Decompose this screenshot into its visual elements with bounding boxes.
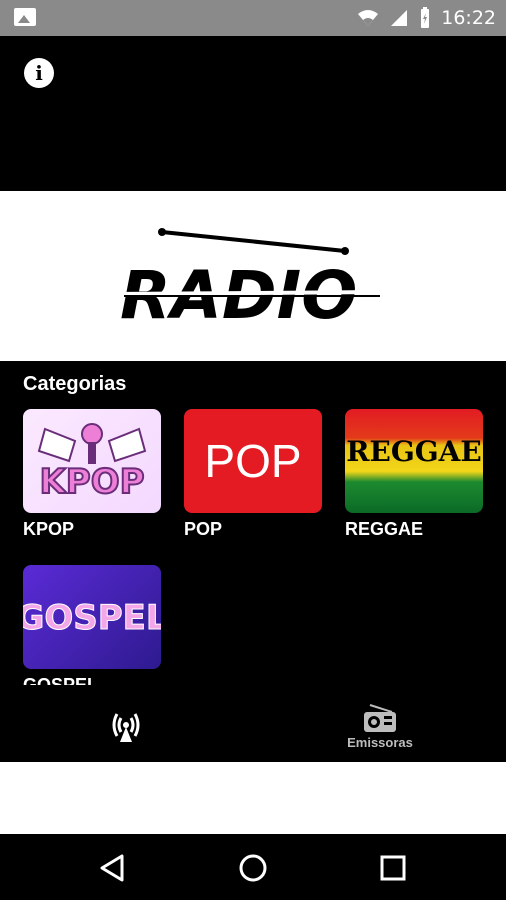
category-card-reggae[interactable]: REGGAE <box>345 409 483 513</box>
status-bar: 16:22 <box>0 0 506 36</box>
signal-icon <box>391 10 408 26</box>
reggae-art: REGGAE <box>346 435 482 468</box>
gallery-notification-icon <box>14 8 36 26</box>
radio-icon <box>364 703 396 732</box>
info-icon[interactable]: i <box>24 58 54 88</box>
section-title: Categorias <box>23 373 127 395</box>
category-card-gospel[interactable]: GOSPEL <box>23 565 161 669</box>
category-label-pop: POP <box>184 519 223 539</box>
category-label-kpop: KPOP <box>23 519 75 539</box>
ad-space <box>0 762 506 834</box>
gospel-art: GOSPEL <box>23 598 161 639</box>
category-label-gospel: GOSPEL <box>23 675 99 685</box>
category-card-pop[interactable]: POP <box>184 409 322 513</box>
radio-logo: RADIO <box>110 228 390 331</box>
radio-banner: RADIO <box>0 191 506 361</box>
gospel-art-text: GOSPEL <box>23 598 161 638</box>
category-label-reggae: REGGAE <box>345 519 424 539</box>
nav-item-emissoras[interactable]: Emissoras <box>305 690 455 762</box>
reggae-art-text: REGGAE <box>346 435 482 468</box>
battery-icon <box>421 7 430 28</box>
wifi-icon <box>358 10 379 26</box>
kpop-art-text: KPOP <box>39 462 144 502</box>
status-icons: 16:22 <box>357 6 496 30</box>
home-circle-icon[interactable] <box>236 851 270 885</box>
clock: 16:22 <box>441 7 496 29</box>
system-navigation-bar <box>0 834 506 900</box>
broadcast-tower-icon <box>112 713 140 742</box>
nav-item-live[interactable] <box>51 690 201 762</box>
category-card-kpop[interactable]: KPOP <box>23 409 161 513</box>
top-app-bar: i <box>0 36 506 191</box>
kpop-art: KPOP <box>37 423 147 503</box>
pop-art-text: POP <box>204 435 302 487</box>
recents-square-icon[interactable] <box>376 851 410 885</box>
bottom-navigation: Emissoras <box>0 690 506 762</box>
back-triangle-icon[interactable] <box>96 851 130 885</box>
nav-label-emissoras: Emissoras <box>347 734 413 750</box>
